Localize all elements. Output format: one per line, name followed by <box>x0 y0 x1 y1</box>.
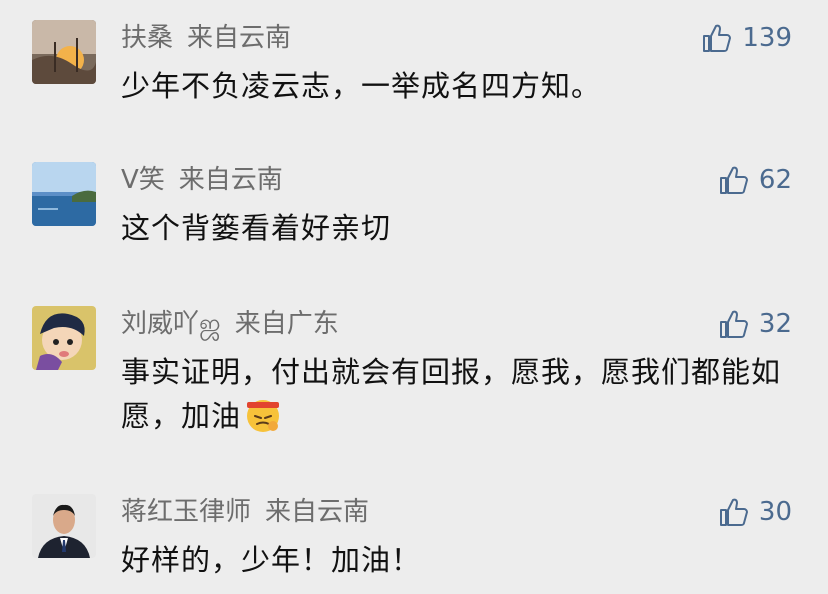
like-count: 32 <box>758 309 792 339</box>
comment-text: 这个背篓看着好亲切 <box>121 211 392 245</box>
location-label: 来自云南 <box>178 165 283 195</box>
location-label: 来自云南 <box>187 23 292 53</box>
comment-meta: V笑 来自云南 <box>121 162 283 198</box>
like-button[interactable]: 62 <box>719 162 792 198</box>
thumbs-up-icon <box>719 497 749 527</box>
comment-text: 好样的，少年！加油！ <box>121 543 422 577</box>
like-count: 62 <box>758 165 792 195</box>
thumbs-up-icon <box>702 23 732 53</box>
like-count: 30 <box>758 497 792 527</box>
location-label: 来自云南 <box>265 497 370 527</box>
comment-text: 少年不负凌云志，一举成名四方知。 <box>121 69 602 103</box>
username[interactable]: 扶桑 <box>121 23 173 53</box>
thumbs-up-icon <box>719 165 749 195</box>
like-button[interactable]: 30 <box>719 494 792 530</box>
comment-text: 事实证明，付出就会有回报，愿我，愿我们都能如愿，加油 <box>121 350 811 438</box>
user-avatar[interactable] <box>32 494 96 558</box>
comment-meta: 刘威吖ஜ 来自广东 <box>121 306 339 342</box>
username[interactable]: V笑 <box>121 165 165 195</box>
user-avatar[interactable] <box>32 20 96 84</box>
thumbs-up-icon <box>719 309 749 339</box>
user-avatar[interactable] <box>32 162 96 226</box>
comment-text-body: 事实证明，付出就会有回报，愿我，愿我们都能如愿，加油 <box>121 355 782 433</box>
username[interactable]: 蒋红玉律师 <box>121 497 251 527</box>
like-count: 139 <box>742 23 792 53</box>
determined-face-emoji-icon <box>243 394 283 434</box>
like-button[interactable]: 139 <box>702 20 792 56</box>
username[interactable]: 刘威吖ஜ <box>121 309 221 339</box>
location-label: 来自广东 <box>234 309 339 339</box>
comment-meta: 蒋红玉律师 来自云南 <box>121 494 369 530</box>
like-button[interactable]: 32 <box>719 306 792 342</box>
user-avatar[interactable] <box>32 306 96 370</box>
comment-meta: 扶桑 来自云南 <box>121 20 291 56</box>
